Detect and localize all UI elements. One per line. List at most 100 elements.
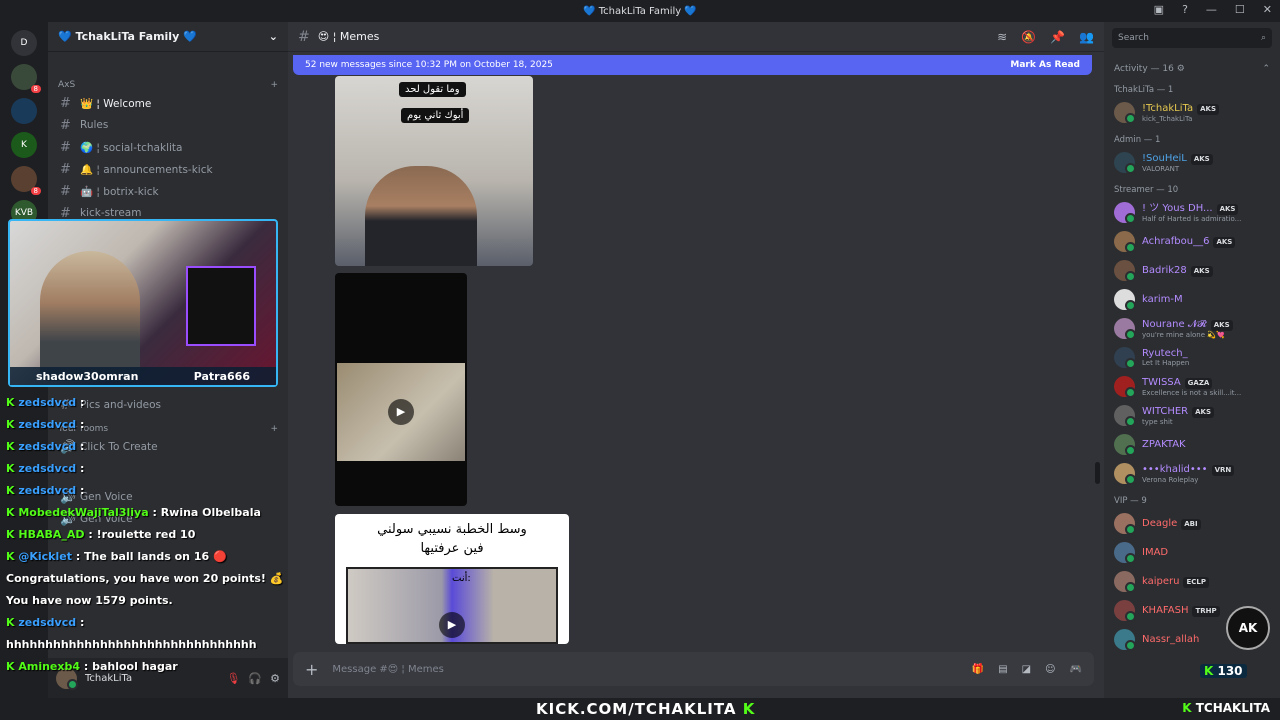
channel-item[interactable]: # Rules <box>48 114 288 136</box>
channel-item[interactable]: # 🤖 ¦ botrix-kick <box>48 180 288 202</box>
help-icon[interactable]: ? <box>1182 3 1188 16</box>
chat-username: zedsdvcd <box>18 484 77 497</box>
apps-icon[interactable]: 🎮 <box>1070 664 1082 675</box>
minimize-button[interactable]: — <box>1206 3 1217 16</box>
chat-line: K zedsdvcd : <box>6 392 288 414</box>
stream-chat-overlay: K zedsdvcd :K zedsdvcd :K zedsdvcd :K ze… <box>6 392 288 696</box>
cam-name-right: Patra666 <box>193 369 250 383</box>
maximize-button[interactable]: ☐ <box>1235 3 1245 16</box>
member-name-row: Deagle ABI <box>1142 518 1201 530</box>
members-icon[interactable]: 👥 <box>1079 30 1094 44</box>
inbox-icon[interactable]: ▣ <box>1154 3 1164 16</box>
scrollbar-thumb[interactable] <box>1095 462 1100 484</box>
member-item[interactable]: Badrik28 AKS <box>1104 256 1280 285</box>
group-title: Streamer — 10 <box>1114 185 1179 195</box>
message-composer[interactable]: + Message #😍 ¦ Memes 🎁 ▤ ◪ ☺ 🎮 <box>293 652 1094 686</box>
member-item[interactable]: Deagle ABI <box>1104 509 1280 538</box>
member-item[interactable]: !SouHeiL AKS VALORANT <box>1104 148 1280 177</box>
member-item[interactable]: Achrafbou__6 AKS <box>1104 227 1280 256</box>
video-embed-1[interactable]: ▶ <box>335 273 467 506</box>
member-item[interactable]: •••khalid••• VRN Verona Roleplay <box>1104 459 1280 488</box>
member-info: Deagle ABI <box>1142 518 1201 530</box>
new-messages-banner[interactable]: 52 new messages since 10:32 PM on Octobe… <box>293 55 1092 75</box>
add-channel-icon[interactable]: + <box>270 80 278 90</box>
channel-list: # 👑 ¦ Welcome # Rules # 🌍 ¦ social-tchaklita #… <box>48 92 288 224</box>
member-name-row: kaiperu ECLP <box>1142 576 1209 588</box>
member-name-row: ! ツ Yous DH... AKS <box>1142 203 1241 215</box>
member-info: !SouHeiL AKS VALORANT <box>1142 153 1213 173</box>
server-icon[interactable]: 8 <box>11 166 41 195</box>
member-item[interactable]: ! ツ Yous DH... AKS Half of Harted is admir… <box>1104 198 1280 227</box>
member-info: !TchakLiTa AKS kick_TchakLiTa <box>1142 103 1219 123</box>
video-embed-2[interactable]: وسط الخطبة نسيبي سولني فين عرفتيها أنت: … <box>335 514 569 644</box>
guild-tag: AKS <box>1192 406 1215 418</box>
avatar <box>1114 260 1136 282</box>
member-status: VALORANT <box>1142 164 1180 173</box>
sticker-icon[interactable]: ◪ <box>1022 664 1031 675</box>
server-icon[interactable]: K <box>11 132 37 158</box>
channel-name: 😍 ¦ Memes <box>317 30 380 43</box>
avatar <box>1114 231 1136 253</box>
member-name: ZPAKTAK <box>1142 439 1186 450</box>
member-item[interactable]: !TchakLiTa AKS kick_TchakLiTa <box>1104 98 1280 127</box>
chat-line: K zedsdvcd : <box>6 414 288 436</box>
kick-badge-icon: K <box>6 462 19 475</box>
avatar <box>1114 152 1136 174</box>
avatar <box>1114 571 1136 593</box>
window-controls: ▣ ? — ☐ ✕ <box>1154 3 1272 16</box>
chat-line: K @Kicklet : The ball lands on 16 🔴 Cong… <box>6 546 288 612</box>
member-item[interactable]: TWISSA GAZA Excellence is not a skill...it… <box>1104 372 1280 401</box>
category-header[interactable]: AxS + <box>48 72 288 92</box>
chat-line: K zedsdvcd : <box>6 480 288 502</box>
guild-tag: ABI <box>1181 518 1201 530</box>
channel-item[interactable]: # 🌍 ¦ social-tchaklita <box>48 136 288 158</box>
group-title: Admin — 1 <box>1114 135 1161 145</box>
play-icon[interactable]: ▶ <box>388 399 414 425</box>
chat-message: : bahlool hagar <box>83 660 178 673</box>
channel-item[interactable]: # 🔔 ¦ announcements-kick <box>48 158 288 180</box>
guild-header[interactable]: 💙 TchakLiTa Family 💙 ⌄ <box>48 22 288 52</box>
search-input[interactable]: Search ⌕ <box>1112 28 1272 48</box>
emoji-icon[interactable]: ☺ <box>1045 664 1055 675</box>
member-item[interactable]: Ryutech_ Let It Happen <box>1104 343 1280 372</box>
gift-icon[interactable]: 🎁 <box>972 664 984 675</box>
member-name: TWISSA <box>1142 376 1181 388</box>
member-item[interactable]: ZPAKTAK <box>1104 430 1280 459</box>
threads-icon[interactable]: ≋ <box>997 30 1007 44</box>
avatar <box>1114 289 1136 311</box>
pin-icon[interactable]: 📌 <box>1050 30 1065 44</box>
member-info: ! ツ Yous DH... AKS Half of Harted is admir… <box>1142 203 1241 223</box>
member-name: !SouHeiL <box>1142 152 1187 164</box>
member-info: •••khalid••• VRN Verona Roleplay <box>1142 464 1235 484</box>
close-button[interactable]: ✕ <box>1263 3 1272 16</box>
avatar <box>1114 376 1136 398</box>
member-name-row: Achrafbou__6 AKS <box>1142 236 1236 248</box>
unread-badge: 8 <box>30 85 41 93</box>
chat-username: zedsdvcd <box>18 440 77 453</box>
activity-header[interactable]: Activity — 16 ⚙ ⌃ <box>1104 54 1280 77</box>
member-name: ! ツ Yous DH... <box>1142 202 1213 214</box>
guild-tag: AKS <box>1210 319 1233 331</box>
meme-image-1[interactable]: وما تقول لحد أبوك ثاني يوم <box>335 76 533 266</box>
bell-icon[interactable]: 🔕 <box>1021 30 1036 44</box>
member-item[interactable]: karim-M <box>1104 285 1280 314</box>
server-icon[interactable] <box>11 98 37 124</box>
server-icon[interactable]: 8 <box>11 64 41 93</box>
member-item[interactable]: WITCHER AKS type shit <box>1104 401 1280 430</box>
gif-icon[interactable]: ▤ <box>998 664 1007 675</box>
member-item[interactable]: IMAD <box>1104 538 1280 567</box>
avatar <box>1114 542 1136 564</box>
category-label: AxS <box>58 80 76 90</box>
discord-home-icon[interactable]: D <box>11 30 37 56</box>
member-item[interactable]: Nourane 𝓝𝓡 AKS you're mine alone 💫💘 <box>1104 314 1280 343</box>
add-attachment-icon[interactable]: + <box>305 660 318 679</box>
member-item[interactable]: kaiperu ECLP <box>1104 567 1280 596</box>
member-name: karim-M <box>1142 294 1183 305</box>
play-icon[interactable]: ▶ <box>439 612 465 638</box>
mark-as-read-button[interactable]: Mark As Read <box>1010 60 1080 70</box>
message-input[interactable]: Message #😍 ¦ Memes <box>332 664 443 675</box>
kick-badge-icon: K <box>6 616 19 629</box>
channel-item[interactable]: # 👑 ¦ Welcome <box>48 92 288 114</box>
guild-tag: VRN <box>1211 464 1235 476</box>
cam-name-left: shadow30omran <box>36 369 139 383</box>
